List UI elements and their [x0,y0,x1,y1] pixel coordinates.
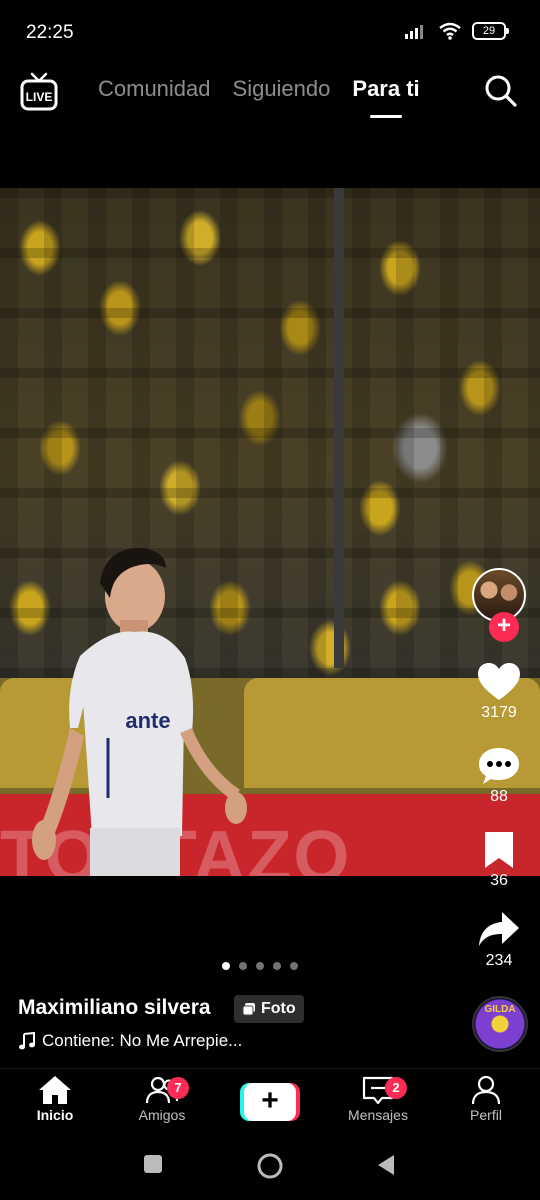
sound-title: Contiene: No Me Arrepie... [42,1031,243,1050]
carousel-dot[interactable] [256,962,264,970]
bottom-nav: Inicio Amigos 7 + Mensajes 2 Perfil [0,1068,540,1131]
music-note-icon [19,1032,35,1050]
music-disc[interactable]: GILDA [472,996,528,1052]
tab-para-ti-label: Para ti [352,76,420,101]
system-nav [0,1130,540,1200]
save-count: 36 [490,872,508,889]
live-label: LIVE [26,90,53,104]
creator-avatar-wrap: + [472,568,526,642]
live-tv-icon: LIVE [20,72,58,111]
post-photo[interactable]: TOSTAZO ante [0,188,540,876]
home-icon [39,1076,71,1104]
nav-perfil[interactable]: Perfil [441,1075,531,1123]
tab-siguiendo[interactable]: Siguiendo [233,76,331,102]
nav-amigos-label: Amigos [138,1107,186,1123]
carousel-dot[interactable] [273,962,281,970]
photo-badge: Foto [234,995,304,1023]
tab-comunidad[interactable]: Comunidad [98,76,211,102]
share-count: 234 [485,952,513,969]
photo-badge-label: Foto [261,1000,296,1017]
photo-stack-icon [242,1003,255,1016]
inbox-badge: 2 [385,1077,407,1099]
wifi-icon [439,22,461,40]
music-disc-label: GILDA [484,1004,516,1015]
heart-icon [478,663,520,700]
search-icon [485,75,517,107]
nav-inicio[interactable]: Inicio [10,1075,100,1123]
status-bar: 22:25 29 [0,0,540,66]
profile-icon [471,1075,501,1105]
comment-icon [479,748,519,784]
signal-icon [405,25,423,39]
back-button[interactable] [376,1154,396,1176]
nav-inicio-label: Inicio [36,1107,74,1123]
plus-icon: + [244,1083,296,1121]
tab-para-ti[interactable]: Para ti [352,76,420,118]
battery-icon: 29 [472,22,509,40]
status-time: 22:25 [26,22,74,43]
bookmark-icon [485,832,513,868]
save-button[interactable]: 36 [466,830,532,890]
carousel-dot[interactable] [239,962,247,970]
live-button[interactable]: LIVE [20,72,58,112]
comment-count: 88 [490,788,508,805]
status-icons: 29 [404,22,509,40]
friends-badge: 7 [167,1077,189,1099]
recents-button[interactable] [143,1154,163,1174]
like-button[interactable]: 3179 [466,662,532,722]
home-button[interactable] [256,1152,284,1180]
carousel-dot[interactable] [290,962,298,970]
carousel-dot[interactable] [222,962,230,970]
nav-mensajes[interactable]: Mensajes 2 [333,1075,423,1123]
nav-perfil-label: Perfil [470,1107,502,1123]
create-button[interactable]: + [240,1083,300,1121]
like-count: 3179 [481,704,517,721]
nav-mensajes-label: Mensajes [348,1107,408,1123]
comment-button[interactable]: 88 [466,746,532,806]
follow-button[interactable]: + [489,612,519,642]
search-button[interactable] [484,74,518,108]
creator-username[interactable]: Maximiliano silvera [18,996,211,1020]
share-button[interactable]: 234 [466,910,532,970]
top-nav: LIVE Comunidad Siguiendo Para ti [0,66,540,126]
share-icon [479,912,519,946]
football-player: ante [32,548,247,876]
carousel-dots [222,962,298,970]
nav-amigos[interactable]: Amigos 7 [117,1075,207,1123]
sound-link[interactable]: Contiene: No Me Arrepie... [18,1031,242,1051]
svg-text:ante: ante [125,708,170,733]
feed-tabs: Comunidad Siguiendo Para ti [98,76,420,118]
active-tab-indicator [370,115,402,118]
